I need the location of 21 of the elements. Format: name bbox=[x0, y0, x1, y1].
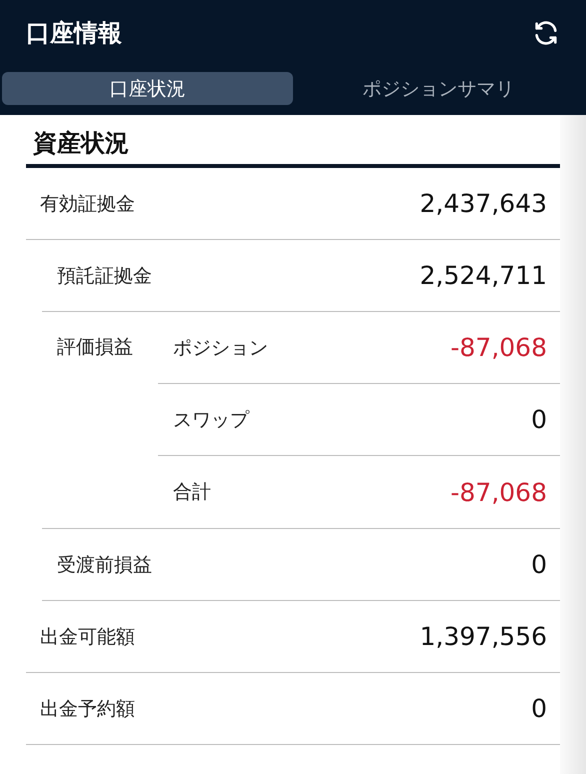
row-label: 出金予約額 bbox=[40, 696, 135, 722]
row-value: 1,397,556 bbox=[420, 622, 547, 651]
row-label: 合計 bbox=[173, 480, 211, 505]
tab[interactable]: 口座状況 bbox=[2, 72, 293, 105]
row-value: 0 bbox=[531, 694, 547, 723]
row-value: 0 bbox=[531, 405, 547, 434]
row-label: 受渡前損益 bbox=[57, 552, 152, 578]
row-value: -87,068 bbox=[450, 478, 547, 506]
tab[interactable]: ポジションサマリ bbox=[293, 72, 584, 105]
group-label: 評価損益 bbox=[56, 335, 134, 360]
section-title: 資産状況 bbox=[26, 115, 560, 168]
row-value: 2,524,711 bbox=[420, 261, 547, 290]
row-label: 預託証拠金 bbox=[57, 264, 152, 288]
header-title: 口座情報 bbox=[26, 18, 122, 49]
row-value: 0 bbox=[531, 550, 547, 579]
row-label: 有効証拠金 bbox=[40, 192, 135, 216]
row-value: -87,068 bbox=[450, 333, 547, 362]
row-label: 出金可能額 bbox=[40, 624, 135, 650]
row-label: スワップ bbox=[173, 408, 249, 432]
row-value: 2,437,643 bbox=[420, 189, 547, 218]
row-label: ポジション bbox=[173, 336, 268, 360]
